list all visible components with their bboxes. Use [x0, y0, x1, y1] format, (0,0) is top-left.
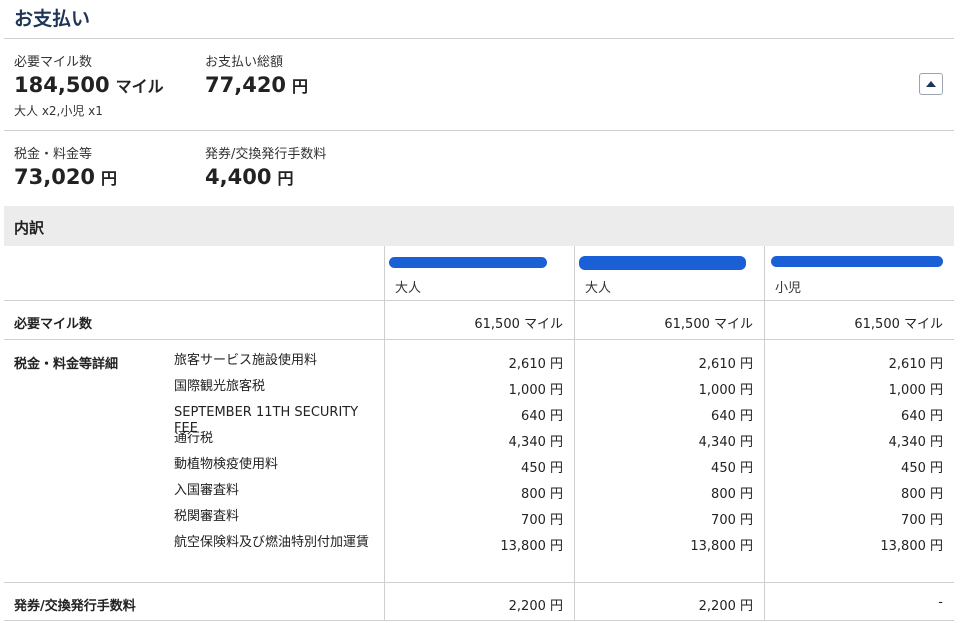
column-divider — [764, 246, 765, 620]
required-miles-cell: 61,500 マイル — [664, 317, 753, 332]
divider — [4, 130, 954, 131]
tax-item-cell: 450 円 — [901, 461, 943, 476]
redacted-passenger-name — [771, 256, 943, 267]
tax-item-cell: 700 円 — [711, 513, 753, 528]
redacted-passenger-name — [389, 257, 547, 268]
tax-item-cell: 450 円 — [711, 461, 753, 476]
tax-item-cell: 700 円 — [901, 513, 943, 528]
tax-item-cell: 1,000 円 — [888, 383, 943, 398]
tax-item-cell: 13,800 円 — [690, 539, 753, 554]
tax-item-name: 入国審査料 — [174, 483, 240, 498]
tax-item-cell: 4,340 円 — [508, 435, 563, 450]
tax-item-cell: 4,340 円 — [888, 435, 943, 450]
tax-item-cell: 640 円 — [711, 409, 753, 424]
breakdown-title: 内訳 — [14, 219, 45, 237]
required-miles-cell: 61,500 マイル — [854, 317, 943, 332]
taxes-fees-value: 73,020 円 — [14, 165, 118, 189]
tax-item-cell: 800 円 — [711, 487, 753, 502]
column-divider — [574, 246, 575, 620]
tax-item-cell: 800 円 — [521, 487, 563, 502]
required-miles-value: 184,500 マイル — [14, 73, 164, 97]
tax-item-cell: 640 円 — [521, 409, 563, 424]
issue-fee-value: 4,400 円 — [205, 165, 294, 189]
collapse-button[interactable] — [919, 73, 943, 95]
tax-item-cell: 2,610 円 — [698, 357, 753, 372]
required-miles-label: 必要マイル数 — [14, 55, 93, 70]
tax-item-cell: 13,800 円 — [500, 539, 563, 554]
divider — [4, 582, 954, 583]
tax-item-cell: 1,000 円 — [698, 383, 753, 398]
tax-item-cell: 1,000 円 — [508, 383, 563, 398]
tax-item-name: 通行税 — [174, 431, 214, 446]
tax-item-name: 航空保険料及び燃油特別付加運賃 — [174, 535, 370, 550]
column-divider — [384, 246, 385, 620]
passenger-type: 大人 — [395, 281, 422, 296]
redacted-passenger-name — [579, 256, 746, 270]
tax-item-cell: 700 円 — [521, 513, 563, 528]
taxes-fees-label: 税金・料金等 — [14, 147, 93, 162]
issue-fee-row-label: 発券/交換発行手数料 — [14, 599, 136, 614]
tax-item-name: 動植物検疫使用料 — [174, 457, 279, 472]
tax-item-cell: 2,610 円 — [888, 357, 943, 372]
tax-item-cell: 450 円 — [521, 461, 563, 476]
passenger-type: 小児 — [775, 281, 802, 296]
chevron-up-icon — [926, 81, 936, 87]
passenger-type: 大人 — [585, 281, 612, 296]
total-payment-label: お支払い総額 — [205, 55, 284, 70]
divider — [4, 339, 954, 340]
tax-item-cell: 2,610 円 — [508, 357, 563, 372]
tax-detail-label: 税金・料金等詳細 — [14, 357, 119, 372]
tax-item-cell: 800 円 — [901, 487, 943, 502]
tax-item-name: 税関審査料 — [174, 509, 240, 524]
tax-item-name: 旅客サービス施設使用料 — [174, 353, 318, 368]
passenger-count: 大人 x2,小児 x1 — [14, 104, 103, 118]
issue-fee-label: 発券/交換発行手数料 — [205, 147, 327, 162]
breakdown-header: 内訳 — [4, 206, 954, 246]
issue-fee-cell: 2,200 円 — [508, 599, 563, 614]
issue-fee-cell: - — [938, 595, 943, 610]
divider — [4, 38, 954, 39]
issue-fee-cell: 2,200 円 — [698, 599, 753, 614]
tax-item-cell: 13,800 円 — [880, 539, 943, 554]
tax-item-cell: 4,340 円 — [698, 435, 753, 450]
page-title: お支払い — [14, 8, 91, 30]
total-payment-value: 77,420 円 — [205, 73, 309, 97]
divider — [4, 620, 954, 621]
divider — [4, 300, 954, 301]
tax-item-cell: 640 円 — [901, 409, 943, 424]
required-miles-row-label: 必要マイル数 — [14, 317, 93, 332]
required-miles-cell: 61,500 マイル — [474, 317, 563, 332]
tax-item-name: 国際観光旅客税 — [174, 379, 266, 394]
